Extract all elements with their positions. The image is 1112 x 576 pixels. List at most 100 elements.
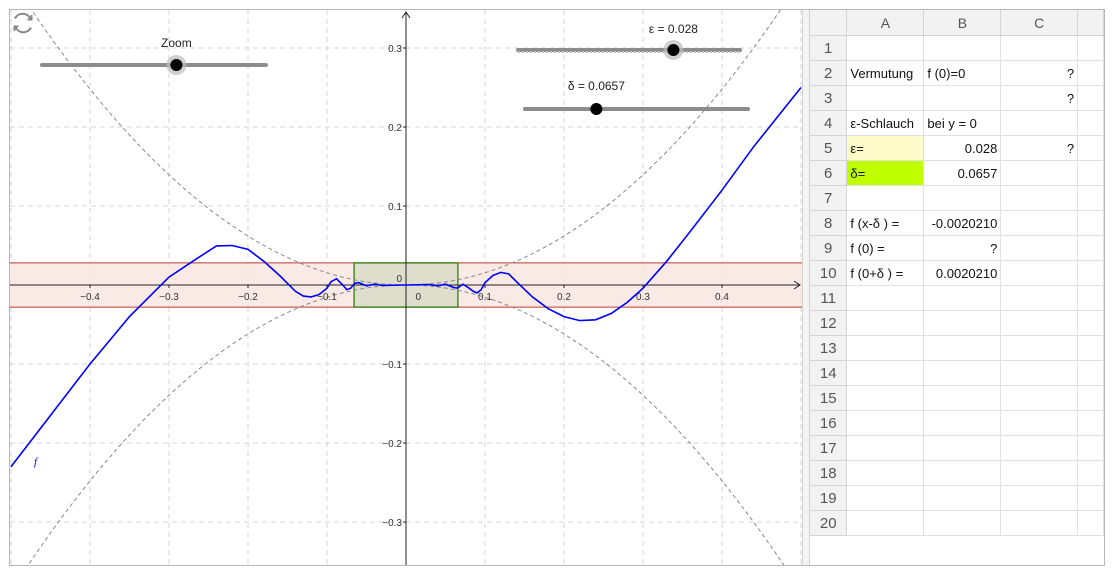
cell-d5[interactable]: [1077, 135, 1104, 161]
cell-a12[interactable]: [846, 310, 925, 336]
delta-slider[interactable]: δ = 0.0657: [523, 79, 750, 115]
row-header[interactable]: 20: [810, 510, 848, 536]
row-header[interactable]: 4: [810, 110, 848, 136]
zoom-slider-knob[interactable]: [170, 59, 183, 71]
cell-b11[interactable]: [923, 285, 1002, 311]
cell-d6[interactable]: [1077, 160, 1104, 186]
cell-a13[interactable]: [846, 335, 925, 361]
row-header[interactable]: 1: [810, 35, 848, 61]
delta-slider-knob[interactable]: [590, 103, 603, 115]
cell-b17[interactable]: [923, 435, 1002, 461]
cell-d18[interactable]: [1077, 460, 1104, 486]
cell-c2[interactable]: ?: [1000, 60, 1079, 86]
cell-a19[interactable]: [846, 485, 925, 511]
row-header[interactable]: 19: [810, 485, 848, 511]
row-header[interactable]: 13: [810, 335, 848, 361]
row-header[interactable]: 18: [810, 460, 848, 486]
cell-b7[interactable]: [923, 185, 1002, 211]
row-header[interactable]: 10: [810, 260, 848, 286]
cell-c15[interactable]: [1000, 385, 1079, 411]
function-label[interactable]: f: [34, 456, 39, 468]
cell-b13[interactable]: [923, 335, 1002, 361]
epsilon-slider-knob[interactable]: [667, 44, 680, 56]
cell-c20[interactable]: [1000, 510, 1079, 536]
cell-d9[interactable]: [1077, 235, 1104, 261]
row-header[interactable]: 15: [810, 385, 848, 411]
view-divider[interactable]: [802, 10, 810, 565]
cell-b12[interactable]: [923, 310, 1002, 336]
cell-a10[interactable]: f (0+δ ) =: [846, 260, 925, 286]
cell-c16[interactable]: [1000, 410, 1079, 436]
cell-b5[interactable]: 0.028: [923, 135, 1002, 161]
cell-a7[interactable]: [846, 185, 925, 211]
cell-b1[interactable]: [923, 35, 1002, 61]
cell-d11[interactable]: [1077, 285, 1104, 311]
cell-a17[interactable]: [846, 435, 925, 461]
cell-d16[interactable]: [1077, 410, 1104, 436]
cell-d14[interactable]: [1077, 360, 1104, 386]
cell-b3[interactable]: [923, 85, 1002, 111]
cell-a20[interactable]: [846, 510, 925, 536]
cell-a6[interactable]: δ=: [846, 160, 925, 186]
row-header[interactable]: 3: [810, 85, 848, 111]
cell-a11[interactable]: [846, 285, 925, 311]
cell-d19[interactable]: [1077, 485, 1104, 511]
reset-icon[interactable]: [10, 10, 36, 36]
cell-c10[interactable]: [1000, 260, 1079, 286]
cell-b2[interactable]: f (0)=0: [923, 60, 1002, 86]
row-header[interactable]: 9: [810, 235, 848, 261]
graph-canvas[interactable]: −0.4 −0.3 −0.2 −0.1 0.1 0.2 0.3 0.4 0.3 0.2 0.1 0 −…: [10, 10, 802, 565]
cell-c3[interactable]: ?: [1000, 85, 1079, 111]
cell-b20[interactable]: [923, 510, 1002, 536]
cell-c19[interactable]: [1000, 485, 1079, 511]
cell-a18[interactable]: [846, 460, 925, 486]
cell-b4[interactable]: bei y = 0: [923, 110, 1002, 136]
cell-a5[interactable]: ε=: [846, 135, 925, 161]
cell-a8[interactable]: f (x-δ ) =: [846, 210, 925, 236]
cell-b14[interactable]: [923, 360, 1002, 386]
cell-d3[interactable]: [1077, 85, 1104, 111]
epsilon-slider[interactable]: ε = 0.028: [516, 22, 742, 60]
column-header-b[interactable]: B: [923, 10, 1002, 36]
cell-b10[interactable]: 0.0020210: [923, 260, 1002, 286]
cell-c8[interactable]: [1000, 210, 1079, 236]
cell-d20[interactable]: [1077, 510, 1104, 536]
cell-d4[interactable]: [1077, 110, 1104, 136]
cell-c13[interactable]: [1000, 335, 1079, 361]
row-header[interactable]: 5: [810, 135, 848, 161]
corner-cell[interactable]: [810, 10, 848, 36]
cell-a9[interactable]: f (0) =: [846, 235, 925, 261]
column-header-d[interactable]: [1077, 10, 1104, 36]
cell-c18[interactable]: [1000, 460, 1079, 486]
cell-a14[interactable]: [846, 360, 925, 386]
cell-a4[interactable]: ε-Schlauch: [846, 110, 925, 136]
row-header[interactable]: 14: [810, 360, 848, 386]
cell-c14[interactable]: [1000, 360, 1079, 386]
cell-d15[interactable]: [1077, 385, 1104, 411]
cell-b9[interactable]: ?: [923, 235, 1002, 261]
row-header[interactable]: 2: [810, 60, 848, 86]
cell-a3[interactable]: [846, 85, 925, 111]
cell-d2[interactable]: [1077, 60, 1104, 86]
cell-b16[interactable]: [923, 410, 1002, 436]
cell-c7[interactable]: [1000, 185, 1079, 211]
cell-d8[interactable]: [1077, 210, 1104, 236]
cell-a2[interactable]: Vermutung: [846, 60, 925, 86]
cell-a15[interactable]: [846, 385, 925, 411]
cell-d7[interactable]: [1077, 185, 1104, 211]
column-header-c[interactable]: C: [1000, 10, 1079, 36]
cell-c1[interactable]: [1000, 35, 1079, 61]
cell-a1[interactable]: [846, 35, 925, 61]
zoom-slider[interactable]: Zoom: [40, 36, 268, 75]
row-header[interactable]: 8: [810, 210, 848, 236]
cell-c6[interactable]: [1000, 160, 1079, 186]
row-header[interactable]: 7: [810, 185, 848, 211]
cell-b18[interactable]: [923, 460, 1002, 486]
cell-c12[interactable]: [1000, 310, 1079, 336]
cell-d17[interactable]: [1077, 435, 1104, 461]
graphics-view[interactable]: −0.4 −0.3 −0.2 −0.1 0.1 0.2 0.3 0.4 0.3 0.2 0.1 0 −…: [10, 10, 802, 565]
cell-d10[interactable]: [1077, 260, 1104, 286]
cell-a16[interactable]: [846, 410, 925, 436]
cell-b15[interactable]: [923, 385, 1002, 411]
cell-d1[interactable]: [1077, 35, 1104, 61]
